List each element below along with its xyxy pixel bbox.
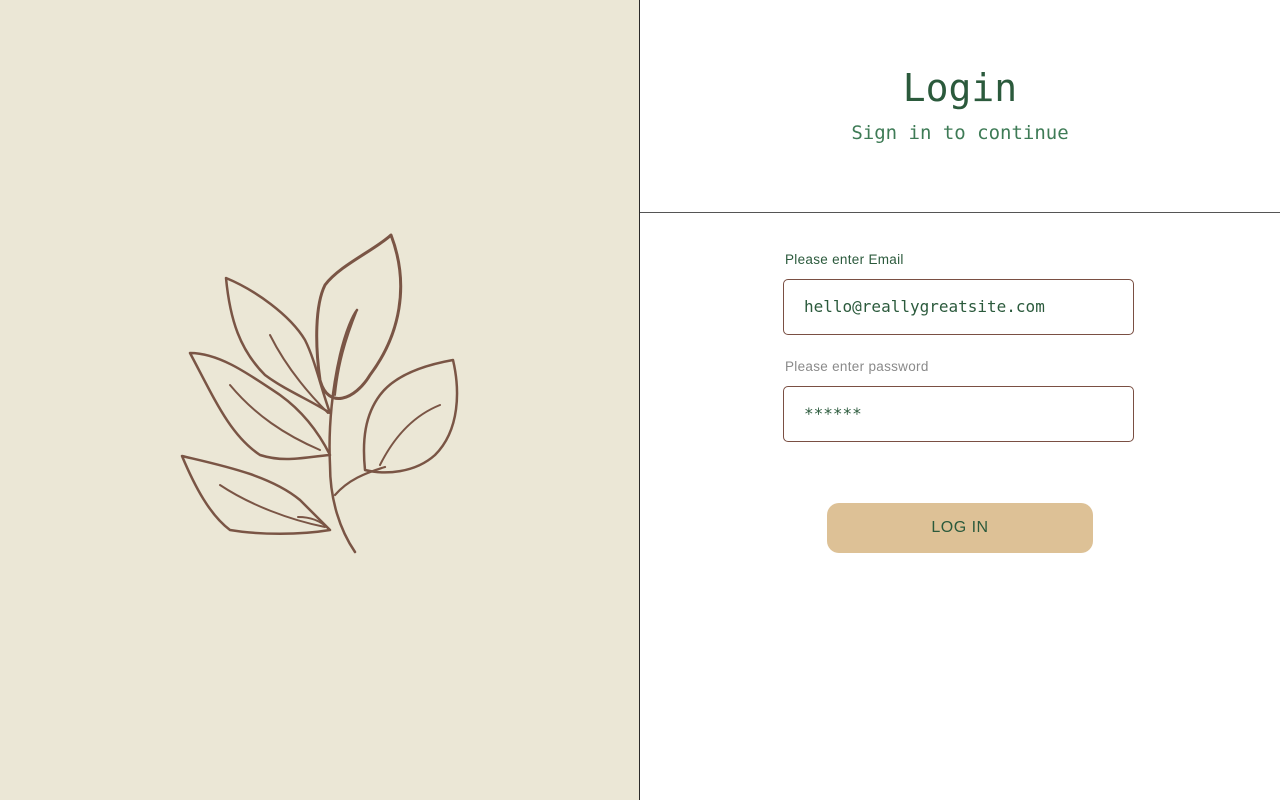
login-page: Login Sign in to continue Please enter E… bbox=[0, 0, 1280, 800]
login-header: Login Sign in to continue bbox=[640, 0, 1280, 213]
email-field-container bbox=[783, 279, 1134, 335]
password-label: Please enter password bbox=[785, 359, 929, 374]
illustration-panel bbox=[0, 0, 640, 800]
page-title: Login bbox=[902, 66, 1018, 110]
login-button[interactable]: LOG IN bbox=[827, 503, 1093, 553]
login-panel: Login Sign in to continue Please enter E… bbox=[640, 0, 1280, 800]
page-subtitle: Sign in to continue bbox=[851, 122, 1069, 144]
password-field-container bbox=[783, 386, 1134, 442]
password-field[interactable] bbox=[784, 387, 1124, 439]
leaf-branch-icon bbox=[180, 233, 459, 554]
email-field[interactable] bbox=[784, 280, 1124, 332]
email-label: Please enter Email bbox=[785, 252, 904, 267]
